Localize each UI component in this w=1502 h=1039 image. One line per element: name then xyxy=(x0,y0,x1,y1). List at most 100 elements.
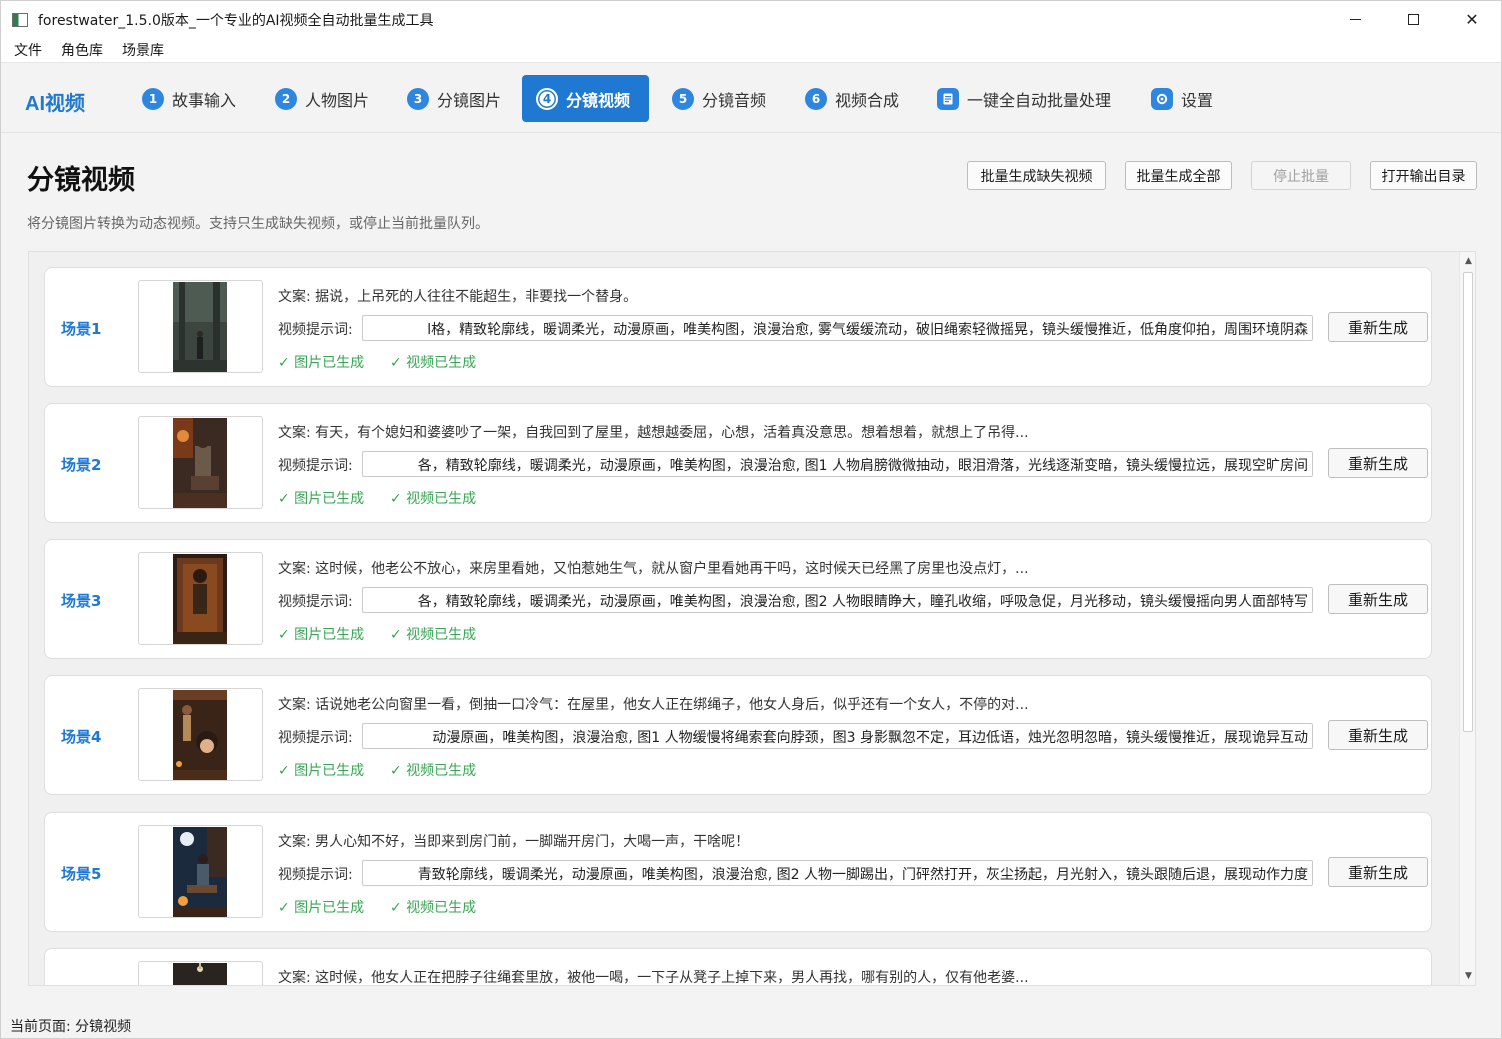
scene-card: 场景4 文案: 话说她老公向窗里一看，倒抽一口冷气：在屋里，他女人正在绑绳子，他… xyxy=(44,675,1432,795)
maximize-icon xyxy=(1407,14,1419,25)
video-generated-status: ✓ 视频已生成 xyxy=(390,900,477,916)
menu-bar: 文件 角色库 场景库 xyxy=(1,38,1501,63)
step-4-badge: 4 xyxy=(536,87,558,110)
video-prompt-label: 视频提示词: xyxy=(278,458,353,474)
scene-copy-text: 文案: 有天，有个媳妇和婆婆吵了一架，自我回到了屋里，越想越委屈，心想，活着真没… xyxy=(278,425,1029,441)
scene-card: 场景1 文案: 据说，上吊死的人往往不能超生，非要找一个替身。 视频提示词: l… xyxy=(44,267,1432,387)
vertical-scrollbar[interactable]: ▲ ▼ xyxy=(1459,252,1475,985)
video-prompt-value: 各，精致轮廓线，暖调柔光，动漫原画，唯美构图，浪漫治愈, 图2 人物眼睛睁大，瞳… xyxy=(417,594,1308,610)
video-generated-status: ✓ 视频已生成 xyxy=(390,627,477,643)
regenerate-button[interactable]: 重新生成 xyxy=(1328,720,1428,750)
tab-storyboard-video[interactable]: 4 分镜视频 xyxy=(522,75,649,122)
maximize-button[interactable] xyxy=(1384,1,1442,38)
tab-label: 视频合成 xyxy=(835,90,900,110)
tab-story-input[interactable]: 1 故事输入 xyxy=(128,75,250,122)
scene-thumbnail[interactable] xyxy=(138,825,263,918)
gear-icon xyxy=(1151,87,1173,110)
regenerate-button[interactable]: 重新生成 xyxy=(1328,857,1428,887)
scene-thumbnail[interactable] xyxy=(138,280,263,373)
step-3-badge: 3 xyxy=(407,87,429,110)
scene-image xyxy=(173,690,227,780)
brand-logo: AI视频 xyxy=(25,93,85,115)
video-generated-status: ✓ 视频已生成 xyxy=(390,763,477,779)
scene-copy-text: 文案: 这时候，他女人正在把脖子往绳套里放，被他一喝，一下子从凳子上掉下来，男人… xyxy=(278,970,1029,986)
step-6-badge: 6 xyxy=(805,87,827,110)
tab-video-compose[interactable]: 6 视频合成 xyxy=(791,75,913,122)
scene-label: 场景1 xyxy=(61,320,102,338)
step-1-badge: 1 xyxy=(142,87,164,110)
image-generated-status: ✓ 图片已生成 xyxy=(278,900,365,916)
tab-settings[interactable]: 设置 xyxy=(1137,75,1227,122)
page-title: 分镜视频 xyxy=(27,165,135,196)
tab-storyboard-images[interactable]: 3 分镜图片 xyxy=(393,75,515,122)
status-bar-text: 当前页面: 分镜视频 xyxy=(10,1019,132,1035)
scroll-down-icon[interactable]: ▼ xyxy=(1463,970,1474,982)
tab-label: 分镜图片 xyxy=(437,90,502,110)
batch-generate-all-button[interactable]: 批量生成全部 xyxy=(1125,161,1232,190)
tab-storyboard-audio[interactable]: 5 分镜音频 xyxy=(658,75,780,122)
app-window: forestwater_1.5.0版本_一个专业的AI视频全自动批量生成工具 ✕… xyxy=(0,0,1502,1039)
menu-character-library[interactable]: 角色库 xyxy=(61,40,103,60)
scene-card: 文案: 这时候，他女人正在把脖子往绳套里放，被他一喝，一下子从凳子上掉下来，男人… xyxy=(44,948,1432,986)
video-prompt-value: 各，精致轮廓线，暖调柔光，动漫原画，唯美构图，浪漫治愈, 图1 人物肩膀微微抽动… xyxy=(417,458,1308,474)
menu-scene-library[interactable]: 场景库 xyxy=(122,40,164,60)
video-prompt-input[interactable]: l格，精致轮廓线，暖调柔光，动漫原画，唯美构图，浪漫治愈, 雾气缓缓流动，破旧绳… xyxy=(362,315,1313,341)
tab-label: 分镜视频 xyxy=(566,90,631,110)
scene-thumbnail[interactable] xyxy=(138,416,263,509)
video-generated-status: ✓ 视频已生成 xyxy=(390,355,477,371)
step-5-badge: 5 xyxy=(672,87,694,110)
minimize-icon xyxy=(1349,19,1361,20)
open-output-folder-button[interactable]: 打开输出目录 xyxy=(1370,161,1477,190)
scene-card: 场景3 文案: 这时候，他老公不放心，来房里看她，又怕惹她生气，就从窗户里看她再… xyxy=(44,539,1432,659)
scene-label: 场景3 xyxy=(61,592,102,610)
menu-file[interactable]: 文件 xyxy=(14,40,42,60)
scene-label: 场景2 xyxy=(61,456,102,474)
close-button[interactable]: ✕ xyxy=(1443,1,1501,38)
scene-card: 场景2 文案: 有天，有个媳妇和婆婆吵了一架，自我回到了屋里，越想越委屈，心想，… xyxy=(44,403,1432,523)
video-prompt-value: 青致轮廓线，暖调柔光，动漫原画，唯美构图，浪漫治愈, 图2 人物一脚踢出，门砰然… xyxy=(417,867,1308,883)
scene-copy-text: 文案: 男人心知不好，当即来到房门前，一脚踹开房门，大喝一声，干啥呢！ xyxy=(278,834,750,850)
scene-image xyxy=(173,282,227,372)
video-prompt-label: 视频提示词: xyxy=(278,594,353,610)
scene-copy-text: 文案: 据说，上吊死的人往往不能超生，非要找一个替身。 xyxy=(278,289,638,305)
video-prompt-label: 视频提示词: xyxy=(278,730,353,746)
regenerate-button[interactable]: 重新生成 xyxy=(1328,448,1428,478)
scene-image xyxy=(173,418,227,508)
app-icon xyxy=(12,12,28,27)
video-prompt-input[interactable]: 青致轮廓线，暖调柔光，动漫原画，唯美构图，浪漫治愈, 图2 人物一脚踢出，门砰然… xyxy=(362,860,1313,886)
tab-one-click-batch[interactable]: 一键全自动批量处理 xyxy=(923,75,1125,122)
document-icon xyxy=(937,87,959,110)
scene-thumbnail[interactable] xyxy=(138,688,263,781)
page-description: 将分镜图片转换为动态视频。支持只生成缺失视频，或停止当前批量队列。 xyxy=(27,216,489,232)
image-generated-status: ✓ 图片已生成 xyxy=(278,491,365,507)
regenerate-button[interactable]: 重新生成 xyxy=(1328,584,1428,614)
scene-label: 场景4 xyxy=(61,728,102,746)
image-generated-status: ✓ 图片已生成 xyxy=(278,355,365,371)
window-title: forestwater_1.5.0版本_一个专业的AI视频全自动批量生成工具 xyxy=(38,12,434,29)
regenerate-button[interactable]: 重新生成 xyxy=(1328,312,1428,342)
scene-copy-text: 文案: 话说她老公向窗里一看，倒抽一口冷气：在屋里，他女人正在绑绳子，他女人身后… xyxy=(278,697,1029,713)
scene-image xyxy=(173,963,227,985)
image-generated-status: ✓ 图片已生成 xyxy=(278,763,365,779)
scene-list[interactable]: 场景1 文案: 据说，上吊死的人往往不能超生，非要找一个替身。 视频提示词: l… xyxy=(28,251,1476,986)
scene-thumbnail[interactable] xyxy=(138,961,263,985)
scene-thumbnail[interactable] xyxy=(138,552,263,645)
tab-label: 设置 xyxy=(1181,90,1214,110)
video-prompt-input[interactable]: 动漫原画，唯美构图，浪漫治愈, 图1 人物缓慢将绳索套向脖颈，图3 身影飘忽不定… xyxy=(362,723,1313,749)
video-prompt-input[interactable]: 各，精致轮廓线，暖调柔光，动漫原画，唯美构图，浪漫治愈, 图2 人物眼睛睁大，瞳… xyxy=(362,587,1313,613)
scroll-up-icon[interactable]: ▲ xyxy=(1463,255,1474,267)
tab-label: 人物图片 xyxy=(305,90,370,110)
tab-character-images[interactable]: 2 人物图片 xyxy=(261,75,383,122)
video-prompt-value: 动漫原画，唯美构图，浪漫治愈, 图1 人物缓慢将绳索套向脖颈，图3 身影飘忽不定… xyxy=(432,730,1308,746)
scene-card: 场景5 文案: 男人心知不好，当即来到房门前，一脚踹开房门，大喝一声，干啥呢！ … xyxy=(44,812,1432,932)
image-generated-status: ✓ 图片已生成 xyxy=(278,627,365,643)
scrollbar-thumb[interactable] xyxy=(1463,272,1473,732)
video-prompt-input[interactable]: 各，精致轮廓线，暖调柔光，动漫原画，唯美构图，浪漫治愈, 图1 人物肩膀微微抽动… xyxy=(362,451,1313,477)
stop-batch-button[interactable]: 停止批量 xyxy=(1251,161,1351,190)
batch-generate-missing-button[interactable]: 批量生成缺失视频 xyxy=(967,161,1106,190)
tab-label: 分镜音频 xyxy=(702,90,767,110)
minimize-button[interactable] xyxy=(1326,1,1384,38)
title-bar[interactable]: forestwater_1.5.0版本_一个专业的AI视频全自动批量生成工具 ✕ xyxy=(1,1,1501,38)
video-prompt-value: l格，精致轮廓线，暖调柔光，动漫原画，唯美构图，浪漫治愈, 雾气缓缓流动，破旧绳… xyxy=(427,322,1308,338)
tab-label: 故事输入 xyxy=(172,90,237,110)
